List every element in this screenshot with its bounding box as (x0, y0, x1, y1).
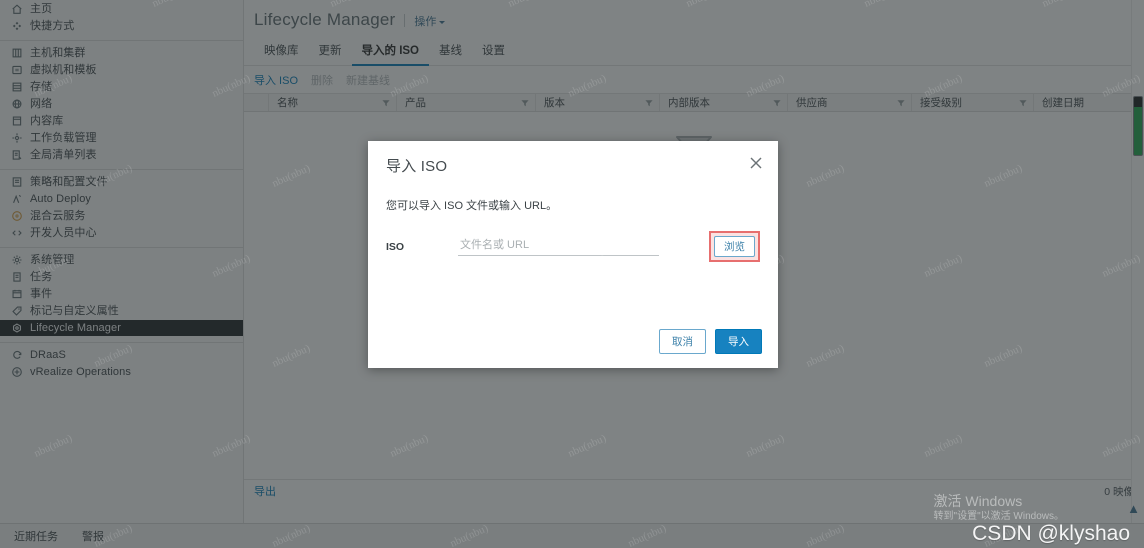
vsphere-client-window: 主页快捷方式 主机和集群虚拟机和模板存储网络内容库工作负载管理全局清单列表 策略… (0, 0, 1144, 548)
dialog-body: 您可以导入 ISO 文件或输入 URL。 ISO 浏览 (368, 176, 778, 262)
import-button[interactable]: 导入 (715, 329, 762, 354)
iso-path-input[interactable] (458, 237, 659, 256)
browse-highlight-box: 浏览 (709, 231, 760, 262)
import-iso-dialog: 导入 ISO 您可以导入 ISO 文件或输入 URL。 ISO 浏览 取消 导入 (368, 141, 778, 368)
dialog-title: 导入 ISO (386, 158, 448, 175)
dialog-header: 导入 ISO (368, 141, 778, 176)
iso-field-row: ISO 浏览 (386, 231, 760, 262)
cancel-button[interactable]: 取消 (659, 329, 706, 354)
close-icon[interactable] (748, 155, 764, 171)
dialog-description: 您可以导入 ISO 文件或输入 URL。 (386, 200, 558, 212)
dialog-footer: 取消 导入 (659, 329, 762, 354)
browse-button[interactable]: 浏览 (714, 236, 755, 257)
iso-field-label: ISO (386, 240, 405, 253)
